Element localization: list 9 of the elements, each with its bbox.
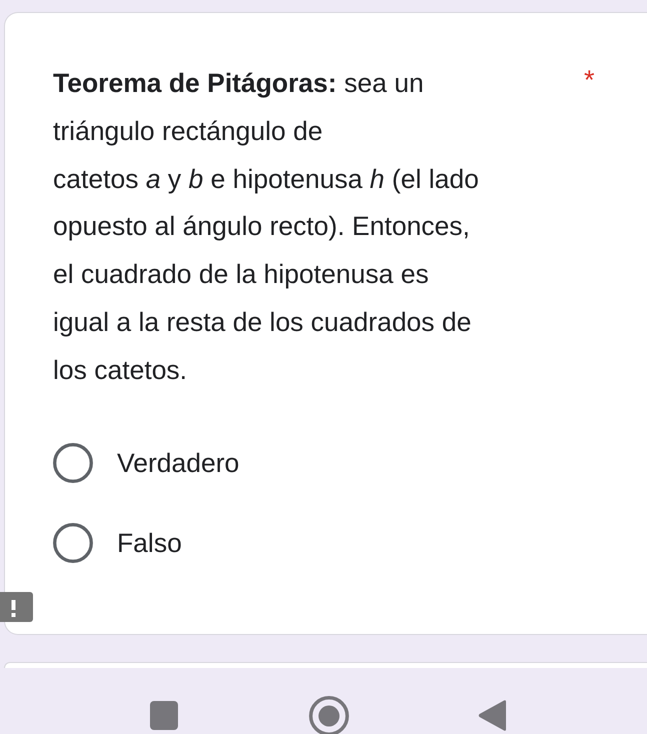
radio-option[interactable]: Verdadero	[53, 438, 647, 487]
square-icon	[150, 701, 178, 730]
ring-icon	[309, 696, 349, 734]
radio-option[interactable]: Falso	[53, 518, 647, 567]
back-button[interactable]	[478, 699, 506, 732]
question-text: Teorema de Pitágoras: sea un triángulo rectángulo de catetos a y b e hipotenusa h (el lado opuesto al ángulo recto). Entonces, el cuadrado de la hipotenusa es igual a la resta de los cuadrados de los catetos.	[53, 67, 480, 387]
back-triangle-icon	[478, 699, 506, 732]
required-mark: *	[584, 64, 595, 97]
home-button[interactable]	[309, 696, 349, 734]
